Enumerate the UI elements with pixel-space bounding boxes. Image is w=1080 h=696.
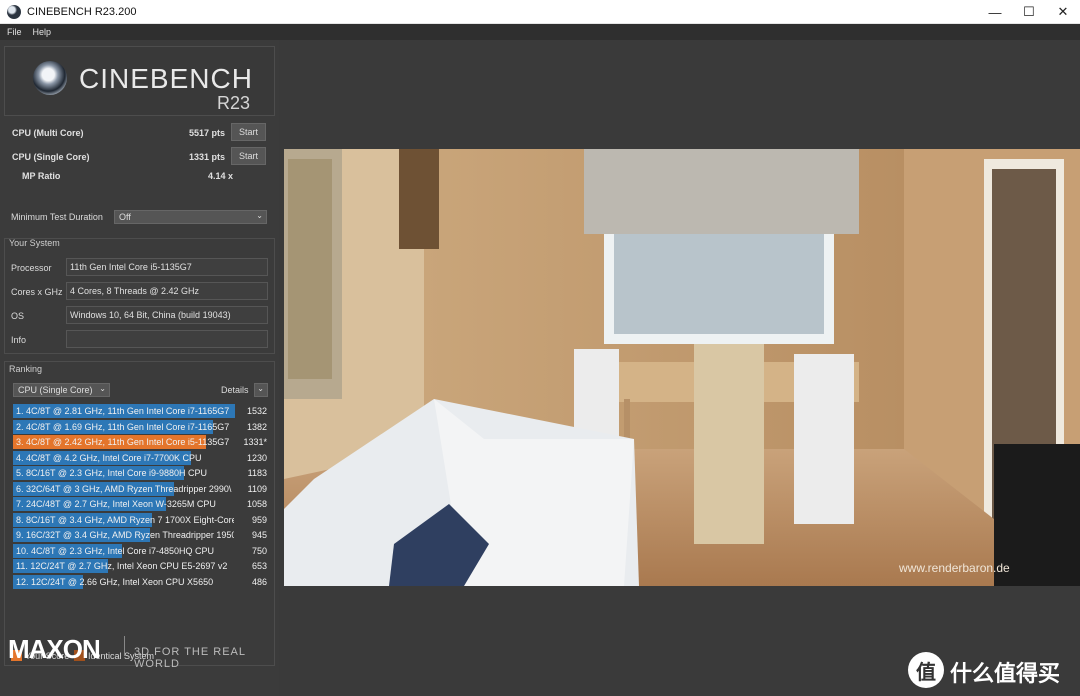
ranking-cpu-label: 3. 4C/8T @ 2.42 GHz, 11th Gen Intel Core…	[16, 437, 230, 447]
ranking-row[interactable]: 6. 32C/64T @ 3 GHz, AMD Ryzen Threadripp…	[13, 481, 271, 496]
render-watermark: www.renderbaron.de	[898, 561, 1010, 575]
maxon-logo: MAXON	[8, 634, 101, 664]
ranking-cpu-label: 6. 32C/64T @ 3 GHz, AMD Ryzen Threadripp…	[16, 483, 232, 494]
your-system-panel: Your System Processor 11th Gen Intel Cor…	[4, 238, 275, 354]
render-image: www.renderbaron.de	[284, 149, 1080, 586]
ranking-filter-select[interactable]: CPU (Single Core) ⌄	[13, 383, 110, 397]
ranking-cpu-label: 4. 4C/8T @ 4.2 GHz, Intel Core i7-7700K …	[16, 452, 202, 463]
os-label: OS	[11, 311, 25, 321]
min-duration-select[interactable]: Off ⌄	[114, 210, 267, 224]
cinebench-logo-icon	[33, 61, 67, 95]
ranking-panel: Ranking CPU (Single Core) ⌄ Details ⌄ 1.…	[4, 361, 275, 666]
cores-label: Cores x GHz	[11, 287, 63, 297]
your-system-title: Your System	[9, 238, 60, 248]
ranking-score: 959	[251, 514, 267, 525]
ranking-row[interactable]: 4. 4C/8T @ 4.2 GHz, Intel Core i7-7700K …	[13, 450, 271, 465]
processor-label: Processor	[11, 263, 52, 273]
multi-core-label: CPU (Multi Core)	[12, 128, 84, 138]
maximize-button[interactable]: ☐	[1012, 0, 1046, 24]
chevron-down-icon: ⌄	[257, 384, 264, 393]
multi-core-start-button[interactable]: Start	[231, 123, 266, 141]
title-bar: CINEBENCH R23.200 — ☐ ✕	[0, 0, 1080, 24]
min-duration-value: Off	[119, 212, 131, 222]
logo-name: CINEBENCH	[79, 63, 253, 94]
ranking-cpu-label: 9. 16C/32T @ 3.4 GHz, AMD Ryzen Threadri…	[16, 530, 234, 540]
ranking-row[interactable]: 8. 8C/16T @ 3.4 GHz, AMD Ryzen 7 1700X E…	[13, 512, 271, 527]
mp-ratio-label: MP Ratio	[22, 171, 61, 181]
site-watermark-text: 什么值得买	[950, 661, 1061, 686]
single-core-start-button[interactable]: Start	[231, 147, 266, 165]
ranking-row[interactable]: 9. 16C/32T @ 3.4 GHz, AMD Ryzen Threadri…	[13, 528, 271, 542]
processor-field: 11th Gen Intel Core i5-1135G7	[66, 258, 268, 276]
minimize-button[interactable]: —	[978, 0, 1012, 24]
footer-divider	[124, 636, 125, 656]
ranking-score: 1230	[246, 452, 267, 463]
ranking-row[interactable]: 5. 8C/16T @ 2.3 GHz, Intel Core i9-9880H…	[13, 466, 271, 480]
chevron-down-icon: ⌄	[256, 211, 263, 220]
ranking-row[interactable]: 1. 4C/8T @ 2.81 GHz, 11th Gen Intel Core…	[13, 404, 271, 418]
min-duration-label: Minimum Test Duration	[11, 212, 103, 222]
ranking-score: 1331*	[243, 437, 267, 447]
mp-ratio-value: 4.14 x	[208, 171, 234, 181]
ranking-score: 1058	[246, 499, 267, 509]
ranking-cpu-label: 5. 8C/16T @ 2.3 GHz, Intel Core i9-9880H…	[16, 468, 208, 478]
ranking-row[interactable]: 2. 4C/8T @ 1.69 GHz, 11th Gen Intel Core…	[13, 419, 271, 434]
single-core-score: 1331 pts	[189, 152, 226, 162]
os-field: Windows 10, 64 Bit, China (build 19043)	[66, 306, 268, 324]
ranking-score: 1183	[247, 468, 267, 478]
ranking-score: 653	[251, 561, 267, 571]
ranking-row[interactable]: 12. 12C/24T @ 2.66 GHz, Intel Xeon CPU X…	[13, 574, 271, 589]
logo-version: R23	[217, 93, 251, 113]
site-watermark-logo: 值	[908, 652, 944, 688]
left-panel: CINEBENCH R23 CPU (Multi Core) 5517 pts …	[0, 40, 279, 696]
info-field[interactable]	[66, 330, 268, 348]
menu-file[interactable]: File	[7, 27, 22, 37]
cores-field: 4 Cores, 8 Threads @ 2.42 GHz	[66, 282, 268, 300]
multi-core-score: 5517 pts	[189, 128, 226, 138]
ranking-score: 1109	[247, 483, 267, 494]
single-core-label: CPU (Single Core)	[12, 152, 90, 162]
ranking-cpu-label: 12. 12C/24T @ 2.66 GHz, Intel Xeon CPU X…	[16, 576, 214, 587]
ranking-cpu-label: 2. 4C/8T @ 1.69 GHz, 11th Gen Intel Core…	[16, 421, 230, 432]
ranking-cpu-label: 8. 8C/16T @ 3.4 GHz, AMD Ryzen 7 1700X E…	[16, 514, 234, 525]
menu-help[interactable]: Help	[33, 27, 52, 37]
details-toggle[interactable]: ⌄	[254, 383, 268, 397]
ranking-row[interactable]: 11. 12C/24T @ 2.7 GHz, Intel Xeon CPU E5…	[13, 559, 271, 573]
menu-bar: File Help	[0, 24, 1080, 40]
ranking-title: Ranking	[9, 364, 43, 374]
ranking-cpu-label: 1. 4C/8T @ 2.81 GHz, 11th Gen Intel Core…	[16, 406, 230, 416]
ranking-cpu-label: 10. 4C/8T @ 2.3 GHz, Intel Core i7-4850H…	[16, 545, 215, 556]
ranking-filter-value: CPU (Single Core)	[18, 385, 93, 395]
footer-tagline: 3D FOR THE REAL WORLD	[134, 646, 246, 670]
ranking-score: 1382	[246, 421, 267, 432]
ranking-row[interactable]: 3. 4C/8T @ 2.42 GHz, 11th Gen Intel Core…	[13, 435, 271, 449]
cinebench-app-icon	[7, 4, 21, 19]
details-label[interactable]: Details	[221, 385, 249, 395]
close-button[interactable]: ✕	[1046, 0, 1080, 24]
ranking-score: 486	[251, 576, 267, 587]
logo-box: CINEBENCH R23	[4, 46, 275, 116]
info-label: Info	[11, 335, 27, 345]
ranking-row[interactable]: 7. 24C/48T @ 2.7 GHz, Intel Xeon W-3265M…	[13, 497, 271, 511]
chevron-down-icon: ⌄	[99, 384, 106, 393]
window-title: CINEBENCH R23.200	[27, 5, 137, 18]
ranking-row[interactable]: 10. 4C/8T @ 2.3 GHz, Intel Core i7-4850H…	[13, 543, 271, 558]
ranking-cpu-label: 11. 12C/24T @ 2.7 GHz, Intel Xeon CPU E5…	[16, 561, 228, 571]
ranking-score: 1532	[246, 406, 267, 416]
ranking-score: 750	[251, 545, 267, 556]
render-viewport: www.renderbaron.de	[284, 149, 1080, 586]
ranking-score: 945	[251, 530, 267, 540]
ranking-cpu-label: 7. 24C/48T @ 2.7 GHz, Intel Xeon W-3265M…	[16, 499, 216, 509]
